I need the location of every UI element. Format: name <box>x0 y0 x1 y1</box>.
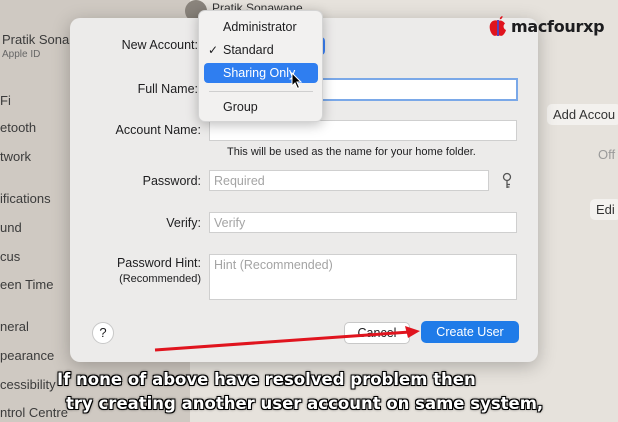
menu-item-administrator[interactable]: Administrator <box>204 17 318 37</box>
menu-item-label: Sharing Only <box>223 66 296 80</box>
verify-label: Verify: <box>166 216 201 230</box>
password-hint-sublabel: (Recommended) <box>119 273 201 285</box>
new-account-label: New Account: <box>121 38 198 52</box>
apple-logo-icon <box>489 16 506 36</box>
site-logo: macfourxp <box>487 13 605 39</box>
full-name-field[interactable] <box>318 78 518 101</box>
red-arrow-icon <box>154 326 420 352</box>
account-name-field[interactable] <box>209 120 517 141</box>
account-name-label: Account Name: <box>115 123 201 137</box>
sidebar-profile-name[interactable]: Pratik Sona <box>2 32 69 47</box>
password-hint-label: Password Hint: <box>116 256 201 270</box>
off-label: Off <box>598 147 616 162</box>
sidebar-item-control-centre[interactable]: ntrol Centre <box>0 405 68 420</box>
sidebar-item-bluetooth[interactable]: etooth <box>0 120 36 135</box>
menu-item-label: Administrator <box>223 20 297 34</box>
help-button[interactable]: ? <box>92 322 114 344</box>
sidebar-item-sound[interactable]: und <box>0 220 22 235</box>
menu-divider <box>209 91 313 92</box>
sidebar-item-accessibility[interactable]: cessibility <box>0 377 56 392</box>
logo-text: macfourxp <box>511 16 605 36</box>
menu-item-label: Standard <box>223 43 274 57</box>
account-type-menu: Administrator ✓ Standard Sharing Only Gr… <box>198 10 323 122</box>
verify-field[interactable]: Verify <box>209 212 517 233</box>
sidebar-item-wifi[interactable]: Fi <box>0 93 11 108</box>
add-account-button[interactable]: Add Accou <box>547 104 618 125</box>
sidebar-item-focus[interactable]: cus <box>0 249 20 264</box>
menu-item-label: Group <box>223 100 258 114</box>
sidebar-item-general[interactable]: neral <box>0 319 29 334</box>
menu-item-standard[interactable]: ✓ Standard <box>204 40 318 60</box>
password-hint-field[interactable]: Hint (Recommended) <box>209 254 517 300</box>
create-user-button[interactable]: Create User <box>421 321 519 343</box>
mouse-pointer-icon <box>291 72 303 90</box>
menu-item-group[interactable]: Group <box>204 97 318 117</box>
full-name-label: Full Name: <box>137 82 198 96</box>
sidebar-item-notifications[interactable]: ifications <box>0 191 51 206</box>
edit-button[interactable]: Edi <box>590 199 618 220</box>
sidebar-item-screen-time[interactable]: een Time <box>0 277 53 292</box>
password-field[interactable]: Required <box>209 170 489 191</box>
checkmark-icon: ✓ <box>208 43 219 57</box>
caption-line-2: try creating another user account on sam… <box>66 394 544 413</box>
password-label: Password: <box>142 174 201 188</box>
caption-line-1: If none of above have resolved problem t… <box>57 370 476 389</box>
sidebar-profile-sub: Apple ID <box>2 49 41 60</box>
sidebar-item-network[interactable]: twork <box>0 149 31 164</box>
sidebar-item-appearance[interactable]: pearance <box>0 348 54 363</box>
account-name-help: This will be used as the name for your h… <box>227 146 476 158</box>
key-icon[interactable] <box>500 172 514 190</box>
